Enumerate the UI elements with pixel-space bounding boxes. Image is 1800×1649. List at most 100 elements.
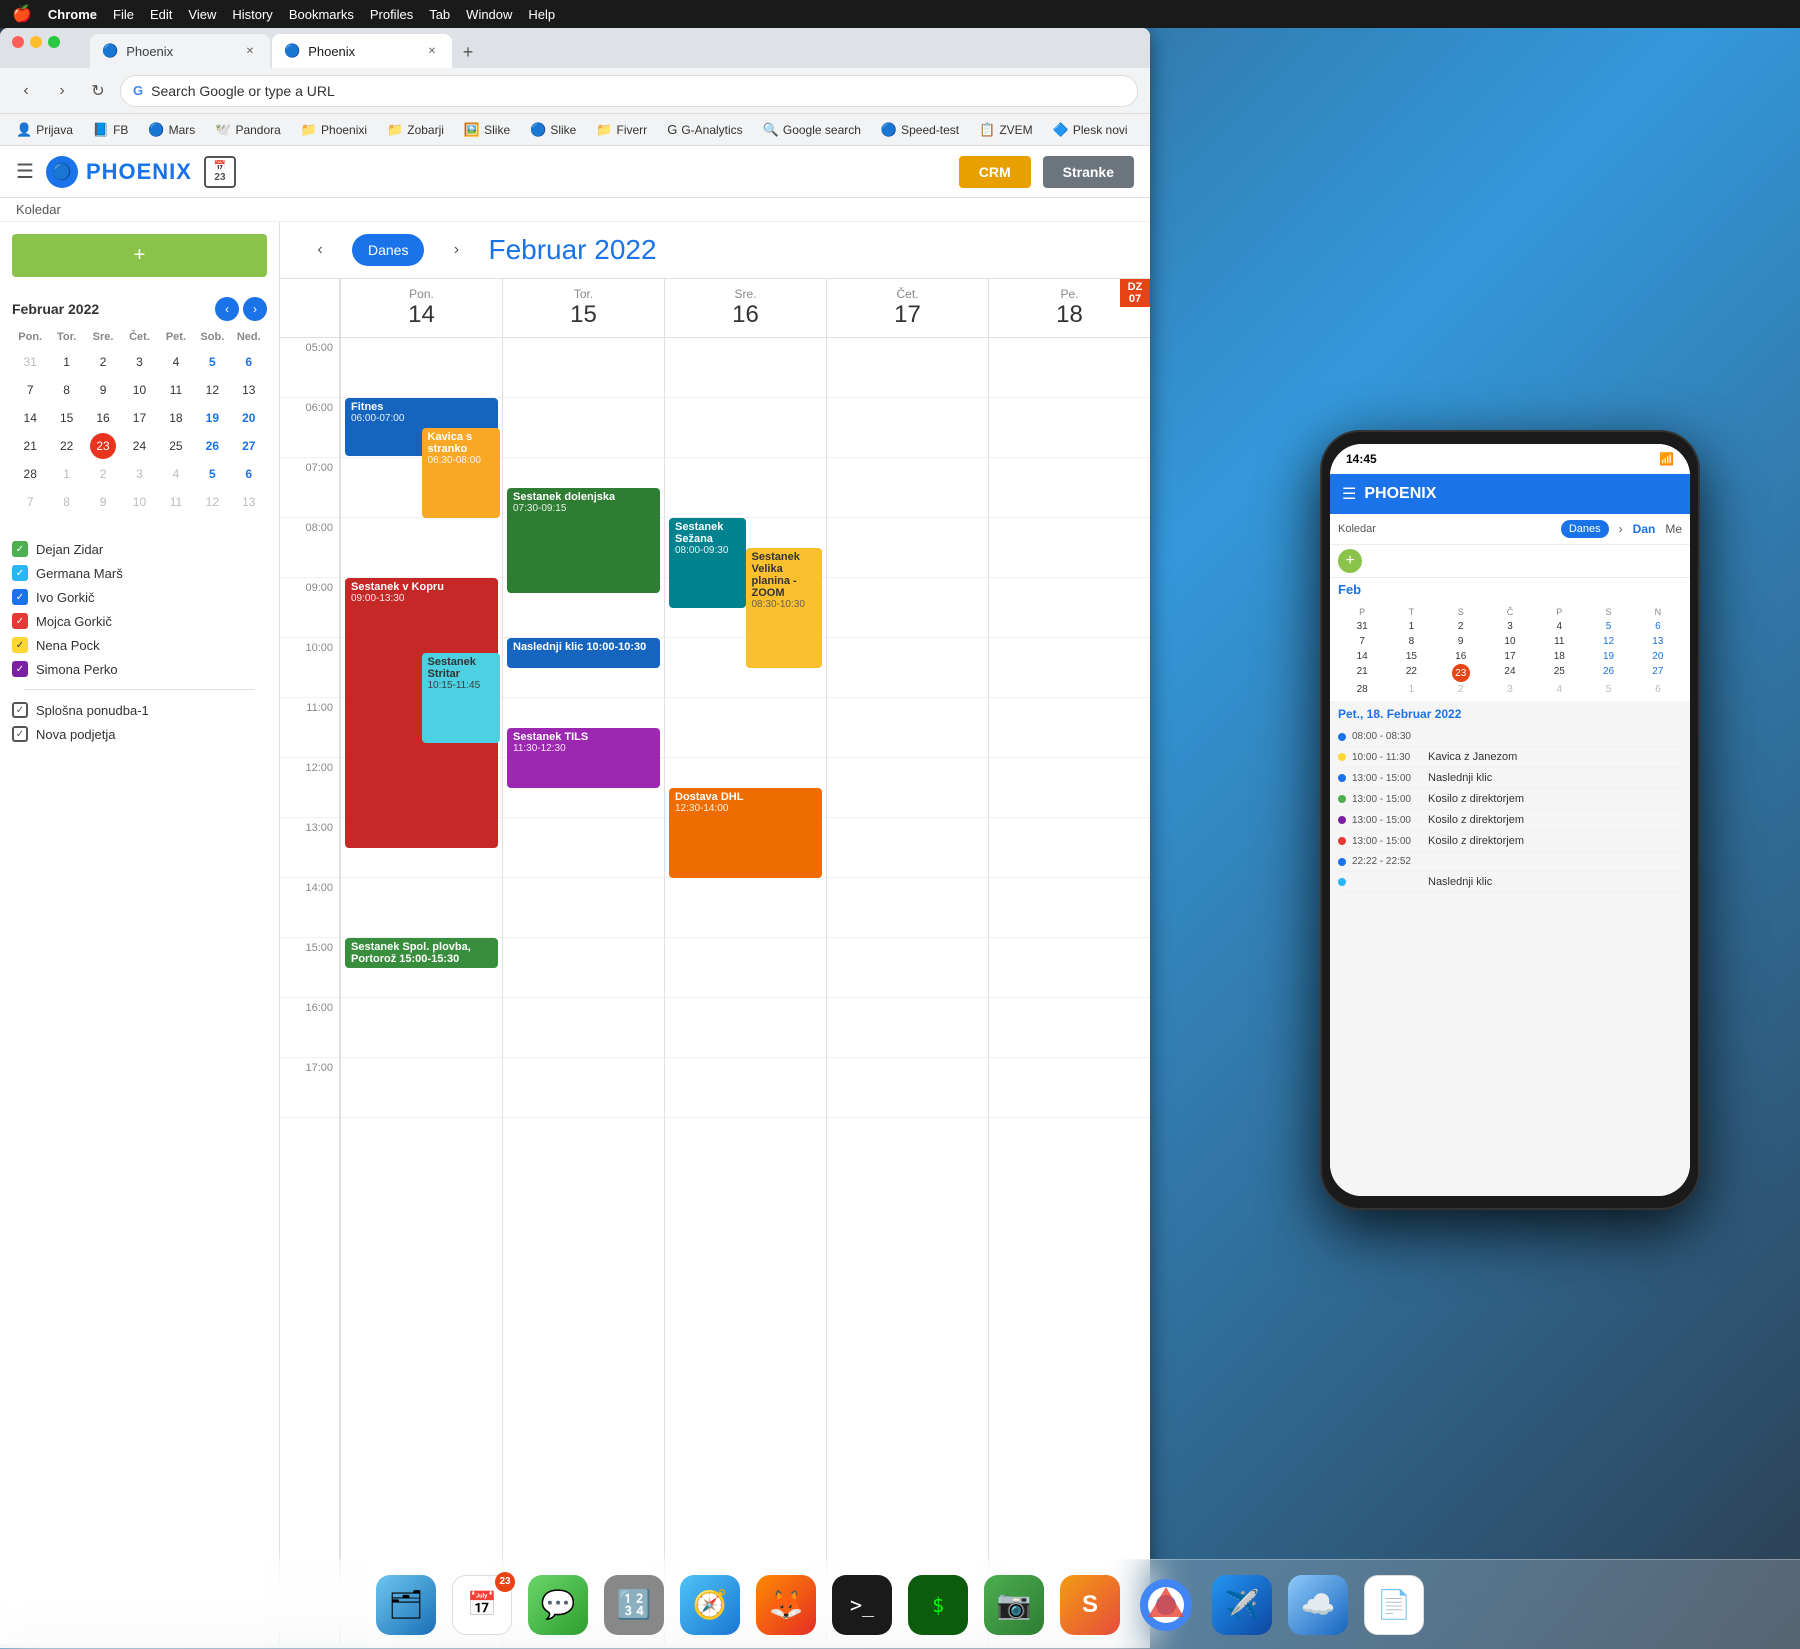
event-sezana[interactable]: Sestanek Sežana 08:00-09:30 (669, 518, 746, 608)
mini-day-15[interactable]: 15 (54, 405, 80, 431)
new-tab-button[interactable]: + (454, 38, 482, 66)
phone-add-btn[interactable]: + (1338, 549, 1362, 573)
bm-googlesearch[interactable]: 🔍 Google search (755, 120, 869, 140)
person-mojca[interactable]: ✓ Mojca Gorkič (12, 609, 267, 633)
mini-day-m10[interactable]: 10 (126, 489, 152, 515)
mini-day-m1[interactable]: 1 (54, 461, 80, 487)
edit-menu[interactable]: Edit (150, 7, 172, 22)
help-menu[interactable]: Help (528, 7, 555, 22)
phone-event-1[interactable]: 10:00 - 11:30 Kavica z Janezom (1338, 747, 1682, 768)
bm-pandora[interactable]: 🕊️ Pandora (207, 120, 289, 140)
mini-day-6[interactable]: 6 (236, 349, 262, 375)
stranke-button[interactable]: Stranke (1043, 156, 1134, 188)
mini-day-20[interactable]: 20 (236, 405, 262, 431)
mini-day-4[interactable]: 4 (163, 349, 189, 375)
cal-prev-btn[interactable]: ‹ (304, 234, 336, 266)
cal-next-btn[interactable]: › (440, 234, 472, 266)
event-tils[interactable]: Sestanek TILS 11:30-12:30 (507, 728, 660, 788)
phone-event-6[interactable]: 22:22 - 22:52 (1338, 852, 1682, 872)
maximize-button[interactable] (48, 36, 60, 48)
minimize-button[interactable] (30, 36, 42, 48)
mini-day-m13[interactable]: 13 (236, 489, 262, 515)
mini-prev-btn[interactable]: ‹ (215, 297, 239, 321)
chrome-menu[interactable]: Chrome (48, 7, 97, 22)
mini-day-28[interactable]: 28 (17, 461, 43, 487)
dock-files[interactable]: 📄 (1364, 1575, 1424, 1635)
phone-event-7[interactable]: Naslednji klic (1338, 872, 1682, 893)
phone-event-3[interactable]: 13:00 - 15:00 Kosilo z direktorjem (1338, 789, 1682, 810)
event-stritar[interactable]: Sestanek Stritar 10:15-11:45 (422, 653, 501, 743)
mini-day-31[interactable]: 31 (17, 349, 43, 375)
profiles-menu[interactable]: Profiles (370, 7, 413, 22)
dock-finder[interactable]: 🗂 (376, 1575, 436, 1635)
event-velika[interactable]: Sestanek Velika planina - ZOOM 08:30-10:… (746, 548, 823, 668)
bm-mars[interactable]: 🔵 Mars (140, 120, 203, 140)
bm-phoenixi[interactable]: 📁 Phoenixi (293, 120, 375, 140)
mini-day-14[interactable]: 14 (17, 405, 43, 431)
event-naslednji[interactable]: Naslednji klic 10:00-10:30 (507, 638, 660, 668)
mini-day-22[interactable]: 22 (54, 433, 80, 459)
mini-day-m5[interactable]: 5 (199, 461, 225, 487)
add-event-button[interactable]: + (12, 234, 267, 277)
mini-day-5[interactable]: 5 (199, 349, 225, 375)
mini-day-m3[interactable]: 3 (126, 461, 152, 487)
phone-today-cell[interactable]: 23 (1452, 664, 1470, 682)
phone-danes-btn[interactable]: Danes (1561, 520, 1609, 538)
mini-day-3[interactable]: 3 (126, 349, 152, 375)
event-dhl[interactable]: Dostava DHL 12:30-14:00 (669, 788, 822, 878)
bm-ganalytics[interactable]: G G-Analytics (659, 120, 750, 139)
mini-day-2[interactable]: 2 (90, 349, 116, 375)
dock-terminal[interactable]: >_ (832, 1575, 892, 1635)
reload-button[interactable]: ↻ (84, 77, 112, 105)
dock-safari[interactable]: 🧭 (680, 1575, 740, 1635)
tab-phoenix-2[interactable]: 🔵 Phoenix ✕ (272, 34, 452, 68)
tab-close-1[interactable]: ✕ (242, 43, 258, 59)
mini-day-12[interactable]: 12 (199, 377, 225, 403)
phone-event-4[interactable]: 13:00 - 15:00 Kosilo z direktorjem (1338, 810, 1682, 831)
person-dejan[interactable]: ✓ Dejan Zidar (12, 537, 267, 561)
mini-day-11[interactable]: 11 (163, 377, 189, 403)
mini-day-m2[interactable]: 2 (90, 461, 116, 487)
bm-slike2[interactable]: 🔵 Slike (522, 120, 584, 140)
dock-terminal2[interactable]: $ (908, 1575, 968, 1635)
person-nena[interactable]: ✓ Nena Pock (12, 633, 267, 657)
mini-day-m12[interactable]: 12 (199, 489, 225, 515)
bm-speedtest[interactable]: 🔵 Speed-test (873, 120, 967, 140)
event-plovba[interactable]: Sestanek Spol. plovba, Portorož 15:00-15… (345, 938, 498, 968)
phone-event-2[interactable]: 13:00 - 15:00 Naslednji klic (1338, 768, 1682, 789)
bm-fiverr[interactable]: 📁 Fiverr (588, 120, 655, 140)
view-menu[interactable]: View (188, 7, 216, 22)
mini-day-10[interactable]: 10 (126, 377, 152, 403)
mini-day-26[interactable]: 26 (199, 433, 225, 459)
mini-day-m4[interactable]: 4 (163, 461, 189, 487)
person-ivo[interactable]: ✓ Ivo Gorkič (12, 585, 267, 609)
tab-close-2[interactable]: ✕ (424, 43, 440, 59)
history-menu[interactable]: History (232, 7, 272, 22)
danes-button[interactable]: Danes (352, 234, 424, 266)
mini-day-23[interactable]: 23 (90, 433, 116, 459)
mini-next-btn[interactable]: › (243, 297, 267, 321)
tab-menu[interactable]: Tab (429, 7, 450, 22)
dock-chrome[interactable] (1136, 1575, 1196, 1635)
bm-zobarji[interactable]: 📁 Zobarji (379, 120, 452, 140)
apple-menu[interactable]: 🍎 (12, 4, 32, 24)
mini-day-17[interactable]: 17 (126, 405, 152, 431)
dock-cloudapp[interactable]: ☁️ (1288, 1575, 1348, 1635)
mini-day-m8[interactable]: 8 (54, 489, 80, 515)
bm-zvem[interactable]: 📋 ZVEM (971, 120, 1041, 140)
mini-day-1[interactable]: 1 (54, 349, 80, 375)
dock-calendar[interactable]: 📅 23 (452, 1575, 512, 1635)
close-button[interactable] (12, 36, 24, 48)
mini-day-19[interactable]: 19 (199, 405, 225, 431)
url-input[interactable]: G Search Google or type a URL (120, 75, 1138, 107)
mini-day-8[interactable]: 8 (54, 377, 80, 403)
mini-day-18[interactable]: 18 (163, 405, 189, 431)
mini-day-m6[interactable]: 6 (236, 461, 262, 487)
tag-splosnoa[interactable]: ✓ Splošna ponudba-1 (12, 698, 267, 722)
phone-event-0[interactable]: 08:00 - 08:30 (1338, 727, 1682, 747)
dock-calculator[interactable]: 🔢 (604, 1575, 664, 1635)
phone-hamburger[interactable]: ☰ (1342, 484, 1356, 504)
mini-day-m11[interactable]: 11 (163, 489, 189, 515)
mini-day-m9[interactable]: 9 (90, 489, 116, 515)
phone-event-5[interactable]: 13:00 - 15:00 Kosilo z direktorjem (1338, 831, 1682, 852)
